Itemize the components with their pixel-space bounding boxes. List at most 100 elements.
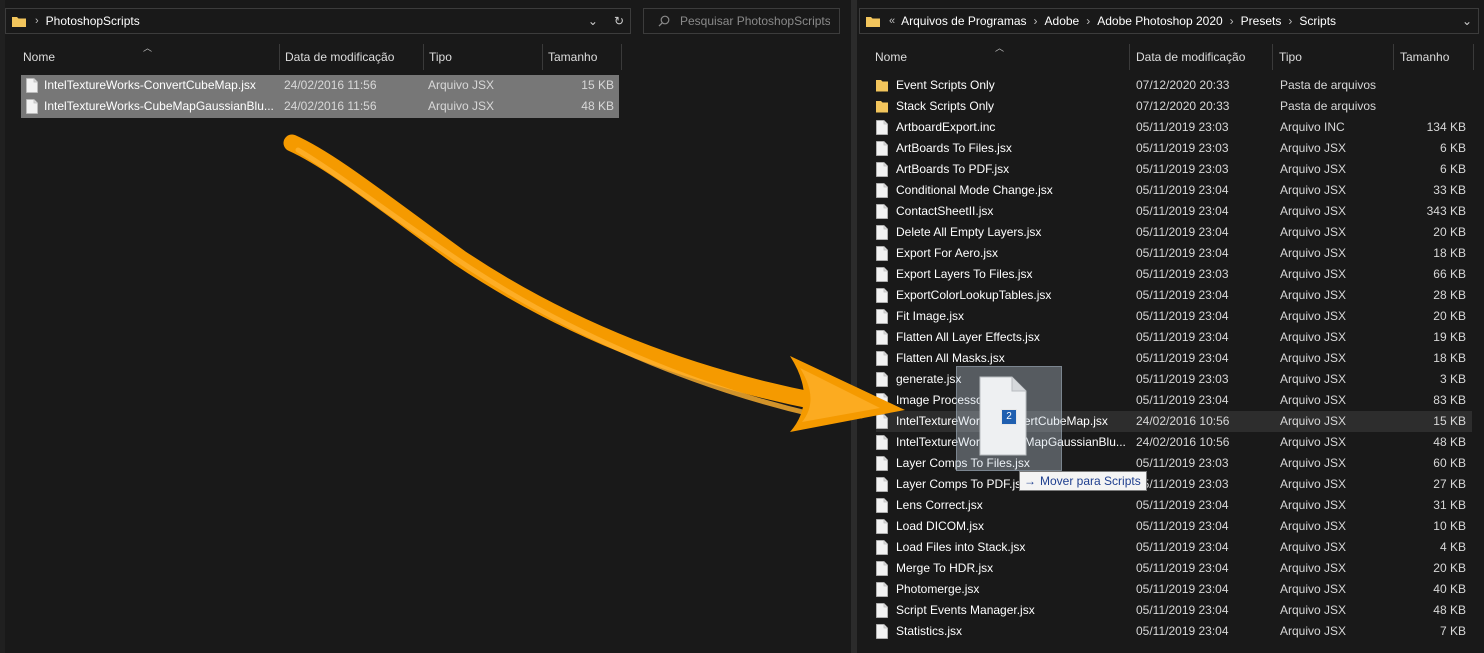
file-size: 48 KB xyxy=(1433,435,1466,449)
file-date: 24/02/2016 11:56 xyxy=(284,99,377,113)
column-header-date[interactable]: Data de modificação xyxy=(1130,44,1273,70)
search-box[interactable] xyxy=(643,8,840,34)
file-name: ArtboardExport.inc xyxy=(896,120,996,134)
file-row[interactable]: Load Files into Stack.jsx 05/11/2019 23:0… xyxy=(876,537,1472,558)
column-header-type[interactable]: Tipo xyxy=(423,44,541,70)
file-type: Pasta de arquivos xyxy=(1280,78,1377,92)
file-name: Load DICOM.jsx xyxy=(896,519,985,533)
document-icon xyxy=(876,414,888,429)
document-icon xyxy=(876,624,888,639)
file-row[interactable]: ContactSheetII.jsx 05/11/2019 23:04 Arquiv… xyxy=(876,201,1472,222)
document-icon xyxy=(876,519,888,534)
file-size: 83 KB xyxy=(1433,393,1466,407)
file-type: Arquivo JSX xyxy=(1280,477,1347,491)
file-size: 134 KB xyxy=(1426,120,1466,134)
file-row[interactable]: Photomerge.jsx 05/11/2019 23:04 Arquivo JS… xyxy=(876,579,1472,600)
document-icon xyxy=(876,309,888,324)
file-type: Arquivo JSX xyxy=(1280,309,1347,323)
file-type: Arquivo JSX xyxy=(428,99,495,113)
file-size: 60 KB xyxy=(1433,456,1466,470)
file-name: Flatten All Layer Effects.jsx xyxy=(896,330,1040,344)
breadcrumb-item[interactable]: Presets xyxy=(1241,14,1282,28)
breadcrumb-item[interactable]: Adobe xyxy=(1045,14,1080,28)
file-size: 28 KB xyxy=(1433,288,1466,302)
chevron-down-icon[interactable]: ⌄ xyxy=(588,14,598,28)
file-name: Fit Image.jsx xyxy=(896,309,965,323)
file-row[interactable]: Lens Correct.jsx 05/11/2019 23:04 Arquivo … xyxy=(876,495,1472,516)
file-row[interactable]: Flatten All Layer Effects.jsx 05/11/2019 … xyxy=(876,327,1472,348)
chevron-right-icon[interactable]: › xyxy=(1086,14,1090,28)
document-icon xyxy=(876,120,888,135)
breadcrumb-item[interactable]: Arquivos de Programas xyxy=(901,14,1026,28)
file-size: 4 KB xyxy=(1439,540,1466,554)
file-name: Stack Scripts Only xyxy=(896,99,995,113)
file-size: 19 KB xyxy=(1433,330,1466,344)
column-header-type[interactable]: Tipo xyxy=(1273,44,1393,70)
file-row[interactable]: IntelTextureWorks-CubeMapGaussianBlu... … xyxy=(26,96,620,117)
file-date: 05/11/2019 23:04 xyxy=(1136,351,1229,365)
file-size xyxy=(1396,96,1466,117)
overflow-icon[interactable]: « xyxy=(889,15,895,27)
document-icon xyxy=(876,225,888,240)
file-name: ArtBoards To PDF.jsx xyxy=(896,162,1010,176)
column-header-name[interactable]: Nome xyxy=(17,44,281,70)
file-date: 05/11/2019 23:04 xyxy=(1136,582,1229,596)
file-type: Arquivo JSX xyxy=(1280,456,1347,470)
column-header-date[interactable]: Data de modificação xyxy=(279,44,423,70)
column-header-name[interactable]: Nome xyxy=(869,44,1130,70)
column-header-size[interactable]: Tamanho xyxy=(1394,44,1474,70)
document-icon xyxy=(876,162,888,177)
search-input[interactable] xyxy=(680,14,830,28)
chevron-right-icon[interactable]: › xyxy=(1288,14,1292,28)
chevron-down-icon[interactable]: ⌄ xyxy=(1462,14,1472,28)
file-row[interactable]: ArtboardExport.inc 05/11/2019 23:03 Arquiv… xyxy=(876,117,1472,138)
file-date: 05/11/2019 23:04 xyxy=(1136,183,1229,197)
column-divider[interactable] xyxy=(1473,44,1474,70)
file-date: 05/11/2019 23:04 xyxy=(1136,225,1229,239)
file-row[interactable]: Delete All Empty Layers.jsx 05/11/2019 23… xyxy=(876,222,1472,243)
file-size: 18 KB xyxy=(1433,246,1466,260)
column-header-size[interactable]: Tamanho xyxy=(542,44,622,70)
file-row[interactable]: Merge To HDR.jsx 05/11/2019 23:04 Arquivo … xyxy=(876,558,1472,579)
file-type: Arquivo JSX xyxy=(1280,183,1347,197)
file-name: Export Layers To Files.jsx xyxy=(896,267,1033,281)
file-row[interactable]: Export For Aero.jsx 05/11/2019 23:04 Arqui… xyxy=(876,243,1472,264)
chevron-right-icon[interactable]: › xyxy=(35,15,39,27)
breadcrumb-item[interactable]: Adobe Photoshop 2020 xyxy=(1097,14,1222,28)
file-type: Arquivo JSX xyxy=(1280,141,1347,155)
file-row[interactable]: IntelTextureWorks-ConvertCubeMap.jsx 24/… xyxy=(26,75,620,96)
file-date: 07/12/2020 20:33 xyxy=(1136,99,1230,113)
chevron-right-icon[interactable]: › xyxy=(1034,14,1038,28)
document-icon xyxy=(876,393,888,408)
breadcrumb-item[interactable]: PhotoshopScripts xyxy=(46,14,140,28)
file-name: Load Files into Stack.jsx xyxy=(896,540,1026,554)
refresh-icon[interactable]: ↻ xyxy=(614,14,624,28)
file-row[interactable]: ExportColorLookupTables.jsx 05/11/2019 23… xyxy=(876,285,1472,306)
file-row[interactable]: Conditional Mode Change.jsx 05/11/2019 23… xyxy=(876,180,1472,201)
file-date: 05/11/2019 23:04 xyxy=(1136,246,1229,260)
breadcrumb-item[interactable]: Scripts xyxy=(1299,14,1336,28)
file-row[interactable]: Fit Image.jsx 05/11/2019 23:04 Arquivo JSX… xyxy=(876,306,1472,327)
column-divider[interactable] xyxy=(621,44,622,70)
file-row[interactable]: Export Layers To Files.jsx 05/11/2019 23:… xyxy=(876,264,1472,285)
chevron-right-icon[interactable]: › xyxy=(1230,14,1234,28)
file-row[interactable]: Load DICOM.jsx 05/11/2019 23:04 Arquivo JS… xyxy=(876,516,1472,537)
file-size: 31 KB xyxy=(1433,498,1466,512)
file-row[interactable]: ArtBoards To Files.jsx 05/11/2019 23:03 Ar… xyxy=(876,138,1472,159)
file-row[interactable]: Layer Comps To PDF.jsx 05/11/2019 23:03 Ar… xyxy=(876,474,1472,495)
file-type: Arquivo JSX xyxy=(1280,561,1347,575)
file-size: 33 KB xyxy=(1433,183,1466,197)
file-row[interactable]: ArtBoards To PDF.jsx 05/11/2019 23:03 Arqu… xyxy=(876,159,1472,180)
file-size: 20 KB xyxy=(1433,225,1466,239)
folder-row[interactable]: Event Scripts Only 07/12/2020 20:33 Pasta … xyxy=(876,75,1472,96)
file-type: Arquivo JSX xyxy=(1280,372,1347,386)
file-size: 48 KB xyxy=(581,99,614,113)
file-size: 7 KB xyxy=(1439,624,1466,638)
file-row[interactable]: Statistics.jsx 05/11/2019 23:04 Arquivo JS… xyxy=(876,621,1472,642)
address-bar[interactable]: › PhotoshopScripts ⌄ ↻ xyxy=(5,8,631,34)
folder-row[interactable]: Stack Scripts Only 07/12/2020 20:33 Pasta … xyxy=(876,96,1472,117)
document-icon xyxy=(876,561,888,576)
file-row[interactable]: Script Events Manager.jsx 05/11/2019 23:0… xyxy=(876,600,1472,621)
file-size: 15 KB xyxy=(581,78,614,92)
address-bar[interactable]: « Arquivos de Programas › Adobe › Adobe … xyxy=(859,8,1479,34)
